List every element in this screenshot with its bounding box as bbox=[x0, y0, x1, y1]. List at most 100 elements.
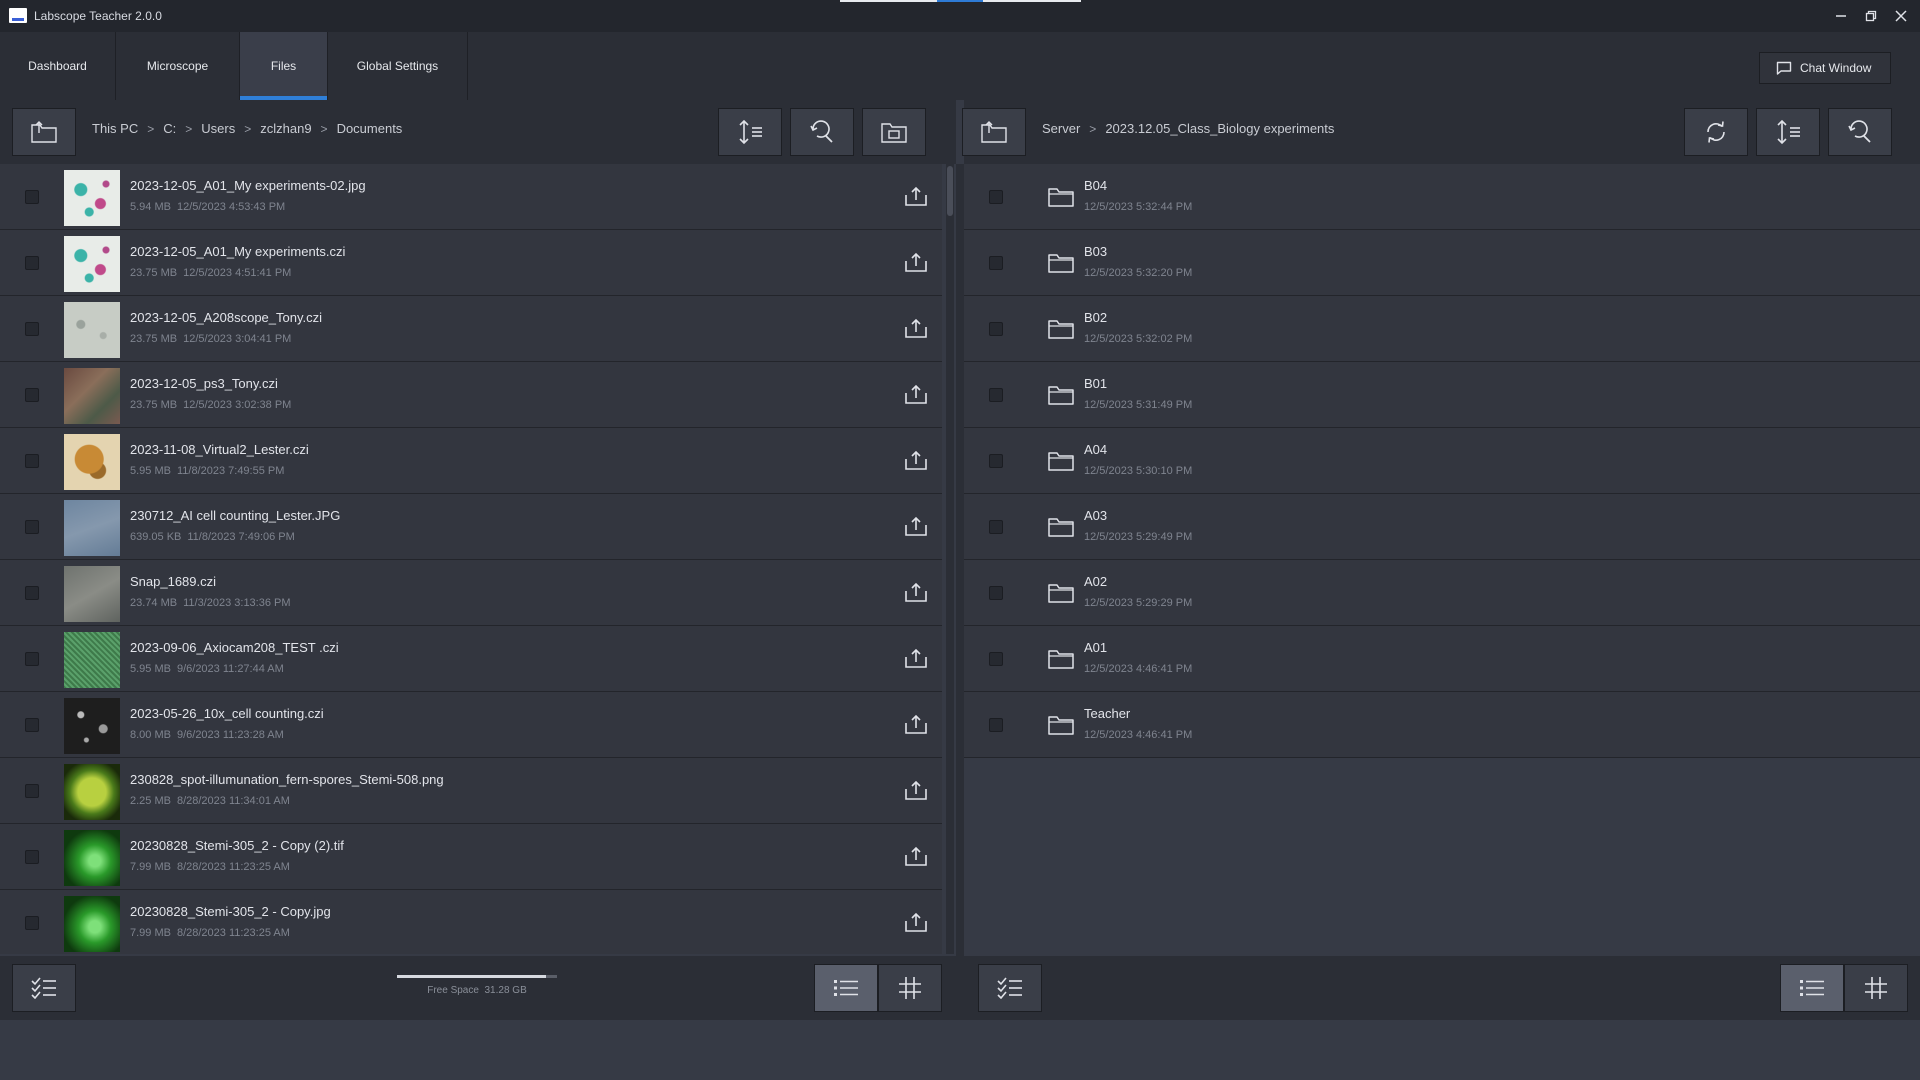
server-list-view-button[interactable] bbox=[1780, 964, 1844, 1012]
upload-button[interactable] bbox=[902, 514, 930, 538]
folder-checkbox[interactable] bbox=[989, 388, 1003, 402]
file-checkbox[interactable] bbox=[25, 916, 39, 930]
file-row[interactable]: 20230828_Stemi-305_2 - Copy.jpg 7.99 MB 8… bbox=[0, 890, 942, 954]
file-row[interactable]: 2023-11-08_Virtual2_Lester.czi 5.95 MB 11… bbox=[0, 428, 942, 494]
folder-checkbox[interactable] bbox=[989, 256, 1003, 270]
file-row[interactable]: 230828_spot-illumunation_fern-spores_Ste… bbox=[0, 758, 942, 824]
folder-row[interactable]: B01 12/5/2023 5:31:49 PM bbox=[964, 362, 1920, 428]
folder-icon bbox=[1048, 253, 1074, 273]
breadcrumb-item[interactable]: C: bbox=[163, 121, 176, 136]
local-search-button[interactable] bbox=[790, 108, 854, 156]
file-size: 5.95 MB bbox=[130, 663, 171, 675]
file-row[interactable]: 2023-12-05_A208scope_Tony.czi 23.75 MB 12… bbox=[0, 296, 942, 362]
folder-checkbox[interactable] bbox=[989, 190, 1003, 204]
close-button[interactable] bbox=[1886, 0, 1916, 32]
tab-global-settings[interactable]: Global Settings bbox=[328, 32, 468, 100]
local-select-all-button[interactable] bbox=[12, 964, 76, 1012]
folder-checkbox[interactable] bbox=[989, 652, 1003, 666]
folder-row[interactable]: A01 12/5/2023 4:46:41 PM bbox=[964, 626, 1920, 692]
restore-icon bbox=[1865, 10, 1877, 22]
upload-button[interactable] bbox=[902, 910, 930, 934]
server-grid-view-button[interactable] bbox=[1844, 964, 1908, 1012]
minimize-button[interactable] bbox=[1826, 0, 1856, 32]
list-view-icon bbox=[834, 980, 858, 996]
upload-button[interactable] bbox=[902, 712, 930, 736]
server-refresh-button[interactable] bbox=[1684, 108, 1748, 156]
file-row[interactable]: 2023-12-05_A01_My experiments-02.jpg 5.9… bbox=[0, 164, 942, 230]
tab-microscope[interactable]: Microscope bbox=[116, 32, 240, 100]
file-date: 11/3/2023 3:13:36 PM bbox=[183, 597, 291, 609]
file-checkbox[interactable] bbox=[25, 850, 39, 864]
folder-checkbox[interactable] bbox=[989, 454, 1003, 468]
server-search-button[interactable] bbox=[1828, 108, 1892, 156]
breadcrumb-item[interactable]: Documents bbox=[337, 121, 403, 136]
folder-row[interactable]: B03 12/5/2023 5:32:20 PM bbox=[964, 230, 1920, 296]
upload-button[interactable] bbox=[902, 778, 930, 802]
breadcrumb-item[interactable]: 2023.12.05_Class_Biology experiments bbox=[1105, 121, 1334, 136]
folder-checkbox[interactable] bbox=[989, 322, 1003, 336]
folder-icon bbox=[1048, 319, 1074, 339]
upload-button[interactable] bbox=[902, 382, 930, 406]
search-icon bbox=[1848, 120, 1871, 143]
file-checkbox[interactable] bbox=[25, 190, 39, 204]
breadcrumb-item[interactable]: zclzhan9 bbox=[260, 121, 311, 136]
upload-button[interactable] bbox=[902, 184, 930, 208]
local-folder-up-button[interactable] bbox=[12, 108, 76, 156]
file-row[interactable]: 2023-12-05_ps3_Tony.czi 23.75 MB 12/5/202… bbox=[0, 362, 942, 428]
server-sort-button[interactable] bbox=[1756, 108, 1820, 156]
tab-files[interactable]: Files bbox=[240, 32, 328, 100]
folder-row[interactable]: A04 12/5/2023 5:30:10 PM bbox=[964, 428, 1920, 494]
folder-row[interactable]: B04 12/5/2023 5:32:44 PM bbox=[964, 164, 1920, 230]
upload-button[interactable] bbox=[902, 844, 930, 868]
file-row[interactable]: 2023-05-26_10x_cell counting.czi 8.00 MB… bbox=[0, 692, 942, 758]
folder-checkbox[interactable] bbox=[989, 718, 1003, 732]
panel-splitter[interactable] bbox=[956, 164, 964, 1020]
breadcrumb-item[interactable]: Users bbox=[201, 121, 235, 136]
breadcrumb-item[interactable]: Server bbox=[1042, 121, 1080, 136]
local-scrollbar[interactable] bbox=[946, 164, 954, 954]
upload-button[interactable] bbox=[902, 580, 930, 604]
folder-row[interactable]: A02 12/5/2023 5:29:29 PM bbox=[964, 560, 1920, 626]
upload-button[interactable] bbox=[902, 448, 930, 472]
file-checkbox[interactable] bbox=[25, 454, 39, 468]
file-checkbox[interactable] bbox=[25, 718, 39, 732]
file-checkbox[interactable] bbox=[25, 520, 39, 534]
file-row[interactable]: 2023-12-05_A01_My experiments.czi 23.75 … bbox=[0, 230, 942, 296]
folder-row[interactable]: B02 12/5/2023 5:32:02 PM bbox=[964, 296, 1920, 362]
local-list-view-button[interactable] bbox=[814, 964, 878, 1012]
breadcrumb-item[interactable]: This PC bbox=[92, 121, 138, 136]
file-thumbnail bbox=[64, 764, 120, 820]
folder-row[interactable]: Teacher 12/5/2023 4:46:41 PM bbox=[964, 692, 1920, 758]
server-select-all-button[interactable] bbox=[978, 964, 1042, 1012]
file-row[interactable]: 2023-09-06_Axiocam208_TEST .czi 5.95 MB 9… bbox=[0, 626, 942, 692]
file-checkbox[interactable] bbox=[25, 388, 39, 402]
local-sort-button[interactable] bbox=[718, 108, 782, 156]
folder-checkbox[interactable] bbox=[989, 586, 1003, 600]
file-row[interactable]: 20230828_Stemi-305_2 - Copy (2).tif 7.99… bbox=[0, 824, 942, 890]
local-new-folder-button[interactable] bbox=[862, 108, 926, 156]
file-name: 230712_AI cell counting_Lester.JPG bbox=[130, 508, 341, 523]
upload-button[interactable] bbox=[902, 316, 930, 340]
local-scrollbar-thumb[interactable] bbox=[947, 166, 953, 216]
restore-button[interactable] bbox=[1856, 0, 1886, 32]
file-checkbox[interactable] bbox=[25, 784, 39, 798]
file-row[interactable]: 230712_AI cell counting_Lester.JPG 639.0… bbox=[0, 494, 942, 560]
upload-icon bbox=[905, 714, 927, 734]
file-checkbox[interactable] bbox=[25, 256, 39, 270]
server-folder-up-button[interactable] bbox=[962, 108, 1026, 156]
folder-row[interactable]: A03 12/5/2023 5:29:49 PM bbox=[964, 494, 1920, 560]
upload-icon bbox=[905, 252, 927, 272]
upload-button[interactable] bbox=[902, 646, 930, 670]
file-checkbox[interactable] bbox=[25, 586, 39, 600]
file-checkbox[interactable] bbox=[25, 652, 39, 666]
server-bottom-bar bbox=[964, 956, 1920, 1020]
upload-button[interactable] bbox=[902, 250, 930, 274]
file-checkbox[interactable] bbox=[25, 322, 39, 336]
file-name: 2023-11-08_Virtual2_Lester.czi bbox=[130, 442, 309, 457]
local-grid-view-button[interactable] bbox=[878, 964, 942, 1012]
folder-checkbox[interactable] bbox=[989, 520, 1003, 534]
tab-dashboard[interactable]: Dashboard bbox=[0, 32, 116, 100]
file-row[interactable]: Snap_1689.czi 23.74 MB 11/3/2023 3:13:36 … bbox=[0, 560, 942, 626]
chat-window-button[interactable]: Chat Window bbox=[1759, 52, 1891, 84]
file-meta: 639.05 KB 11/8/2023 7:49:06 PM bbox=[130, 531, 295, 543]
